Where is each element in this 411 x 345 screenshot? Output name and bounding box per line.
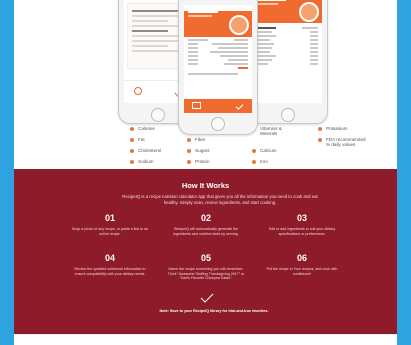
phone-screen-ingredients [184,5,252,113]
bullet-icon [130,159,134,164]
bullet-icon [318,137,322,142]
section-footer-note: Note: Save to your RecipeIQ library for … [159,309,269,313]
bullet-icon [252,148,256,153]
nutrient-item: Calcium [252,148,277,153]
phone-home-button [151,108,165,122]
page-content: Calories Fat Cholesterol Sodium Carbohyd… [14,0,397,345]
next-section-edge [14,334,397,345]
step-number: 06 [296,253,307,263]
nutrient-item: Iron [252,159,268,164]
step-description: Review the updated nutritional informati… [74,267,146,276]
step-04: 04 Review the updated nutritional inform… [70,253,150,276]
bullet-icon [187,137,191,142]
section-title: How It Works [181,181,230,190]
step-06: 06 Put the recipe in Your recipes, and c… [262,253,342,276]
nutrient-item: Potassium [318,126,347,131]
nutrient-item: Sugars [187,148,210,153]
checkmark-icon [200,293,214,303]
step-number: 05 [200,253,211,263]
step-02: 02 RecipeIQ will automatically generate … [166,213,246,236]
step-number: 02 [200,213,211,223]
phone-mockup-nutrition [248,0,328,124]
left-frame-border [0,0,14,345]
phone-screen-nutrition [254,0,322,103]
bullet-icon [130,137,134,142]
nutrient-item: Sodium [130,159,154,164]
step-description: Put the recipe in Your recipes, and cook… [266,267,338,276]
step-description: Snap a photo of any recipe, or paste a l… [71,227,149,236]
step-03: 03 Edit or add ingredients to suit your … [262,213,342,236]
section-intro: RecipeIQ is a recipe nutrition calculato… [122,194,318,205]
nutrient-item: Cholesterol [130,148,161,153]
step-number: 01 [104,213,115,223]
bullet-icon [187,159,191,164]
how-it-works-section: How It Works RecipeIQ is a recipe nutrit… [14,169,397,334]
step-number: 04 [104,253,115,263]
nutrient-item: FDA recommended % daily values [318,137,366,148]
nutrient-item: Calories [130,126,155,131]
bullet-icon [318,126,322,131]
step-description: RecipeIQ will automatically generate the… [173,227,239,236]
nutrient-item: Protein [187,159,210,164]
step-01: 01 Snap a photo of any recipe, or paste … [70,213,150,236]
right-frame-border [397,0,411,345]
phone-home-button [211,117,225,131]
step-description: Edit or add ingredients to suit your die… [268,227,336,236]
bullet-icon [130,126,134,131]
nutrient-item: Fiber [187,137,205,142]
bullet-icon [187,148,191,153]
phone-home-button [281,108,295,122]
bullet-icon [130,148,134,153]
step-05: 05 Name the recipe something you will re… [166,253,246,281]
nutrient-item: Fat [130,137,145,142]
step-number: 03 [296,213,307,223]
bullet-icon [252,159,256,164]
phone-mockup-ingredients [178,0,258,135]
step-description: Name the recipe something you will remem… [167,267,245,281]
